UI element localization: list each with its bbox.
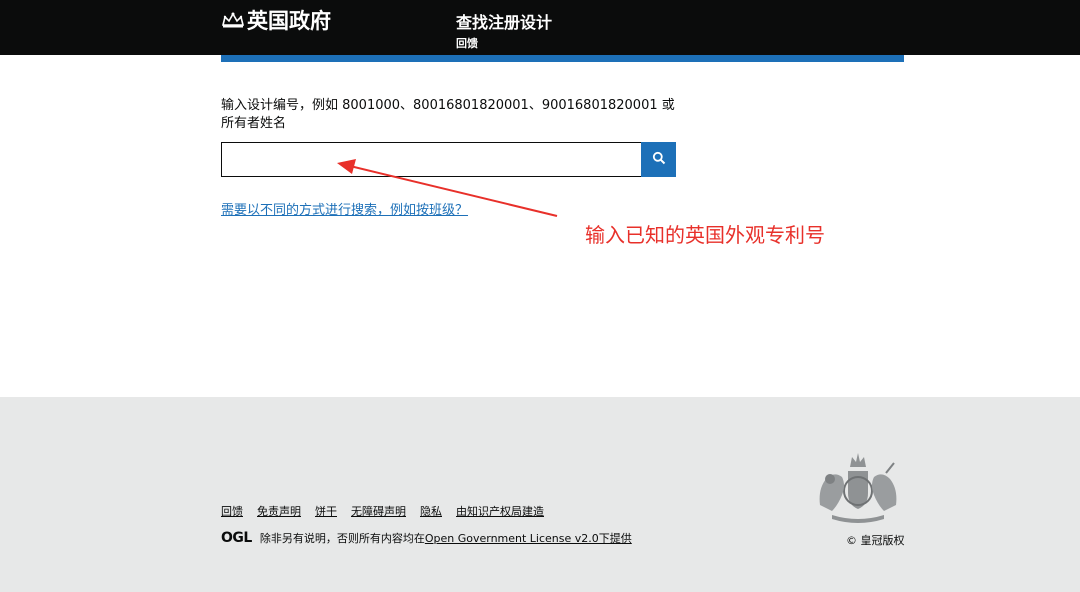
site-header: 英国政府 查找注册设计 回馈	[0, 0, 1080, 55]
search-hint: 输入设计编号，例如 8001000、80016801820001、9001680…	[221, 98, 675, 131]
footer-link-feedback[interactable]: 回馈	[221, 503, 243, 519]
footer-link-privacy[interactable]: 隐私	[420, 503, 442, 519]
footer-link-accessibility[interactable]: 无障碍声明	[351, 503, 406, 519]
gov-brand-link[interactable]: 英国政府	[221, 6, 331, 34]
search-input[interactable]	[221, 142, 641, 177]
license-link[interactable]: Open Government License v2.0下提供	[425, 532, 632, 545]
header-accent-bar	[221, 55, 904, 62]
license-text: 除非另有说明，否则所有内容均在	[259, 532, 425, 545]
search-form	[221, 142, 676, 177]
search-icon	[652, 151, 666, 168]
footer-link-cookies[interactable]: 饼干	[315, 503, 337, 519]
brand-text: 英国政府	[247, 9, 331, 33]
service-name[interactable]: 查找注册设计	[456, 9, 552, 33]
royal-crest-icon	[812, 449, 904, 531]
annotation-text: 输入已知的英国外观专利号	[585, 223, 825, 247]
search-button[interactable]	[641, 142, 676, 177]
alternative-search-link[interactable]: 需要以不同的方式进行搜索，例如按班级？	[221, 199, 468, 218]
site-footer: 回馈 免责声明 饼干 无障碍声明 隐私 由知识产权局建造 OGL 除非另有说明，…	[0, 397, 1080, 592]
crown-icon	[221, 11, 245, 29]
ogl-logo: OGL	[221, 530, 252, 546]
license-row: OGL 除非另有说明，否则所有内容均在Open Government Licen…	[221, 530, 632, 546]
copyright: © 皇冠版权	[846, 534, 905, 547]
footer-link-disclaimer[interactable]: 免责声明	[257, 503, 301, 519]
footer-link-ipo[interactable]: 由知识产权局建造	[456, 503, 544, 519]
footer-links: 回馈 免责声明 饼干 无障碍声明 隐私 由知识产权局建造	[221, 503, 544, 519]
feedback-link[interactable]: 回馈	[456, 35, 478, 51]
